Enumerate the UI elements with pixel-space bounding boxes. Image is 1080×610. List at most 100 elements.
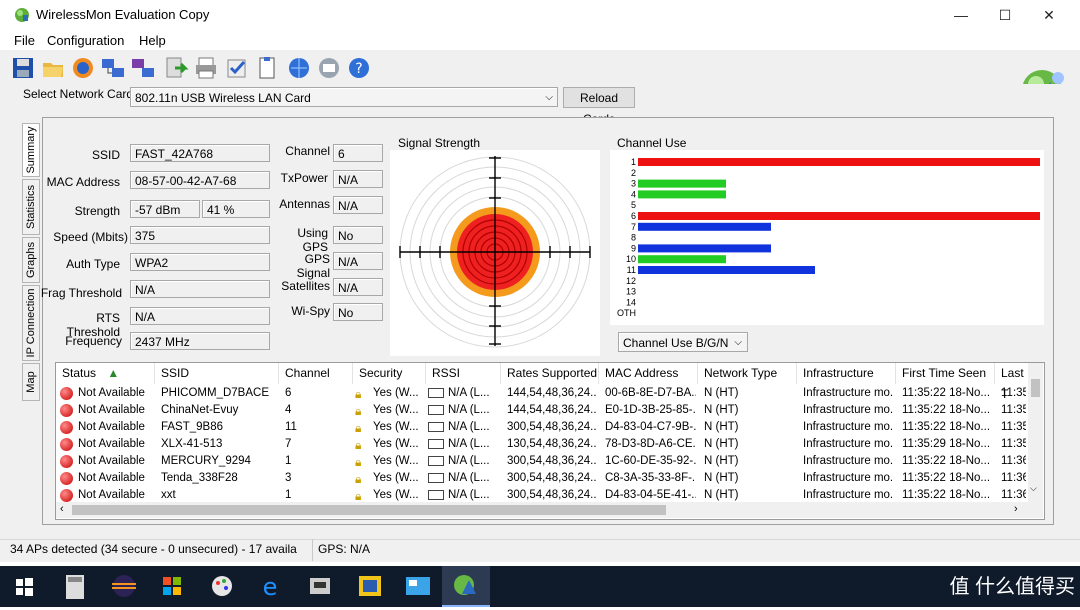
network-icon[interactable]: [100, 55, 126, 81]
table-row[interactable]: Not Available MERCURY_9294 1 🔒︎ Yes (W... N/A…: [56, 453, 1028, 470]
strength-label: Strength: [74, 204, 120, 218]
table-cell: N (HT): [704, 387, 739, 399]
save-icon[interactable]: [10, 55, 36, 81]
table-cell: 11:35: [1001, 404, 1026, 416]
table-cell: Not Available: [78, 421, 145, 433]
channel-bar-1: [638, 158, 1040, 166]
strength-dbm-field: -57 dBm: [130, 200, 200, 218]
menu-configuration[interactable]: Configuration: [47, 33, 124, 48]
reload-cards-button[interactable]: Reload Cards: [563, 87, 635, 126]
signal-meter-icon: [428, 405, 444, 415]
col-ssid[interactable]: SSID: [155, 363, 279, 384]
col-status[interactable]: Status ▲: [56, 363, 155, 384]
table-cell: 11:35:29 18-No...: [902, 438, 991, 450]
calculator-icon[interactable]: [52, 566, 100, 607]
status-divider: [312, 539, 313, 561]
mac-label: MAC Address: [46, 175, 120, 189]
print-icon[interactable]: [193, 55, 219, 81]
globe-icon[interactable]: [286, 55, 312, 81]
ap-table-rows: Not Available PHICOMM_D7BACE 6 🔒︎ Yes (W... N…: [56, 385, 1028, 503]
table-cell: 11:35: [1001, 438, 1026, 450]
lock-icon: 🔒︎: [355, 387, 362, 401]
vertical-scroll-thumb[interactable]: [1031, 379, 1040, 397]
svg-text:e: e: [263, 573, 278, 601]
col-first-seen[interactable]: First Time Seen: [896, 363, 995, 384]
menu-help[interactable]: Help: [139, 33, 166, 48]
table-cell: 78-D3-8D-A6-CE...: [605, 438, 696, 450]
table-cell: 4: [285, 404, 292, 416]
txpower-label: TxPower: [280, 171, 328, 185]
help-icon[interactable]: ?: [346, 55, 372, 81]
clipboard-icon[interactable]: [254, 55, 280, 81]
horizontal-scroll-thumb[interactable]: [72, 505, 666, 515]
remote-icon[interactable]: [394, 566, 442, 607]
open-folder-icon[interactable]: [40, 55, 66, 81]
table-cell: N (HT): [704, 438, 739, 450]
network-settings-icon[interactable]: [130, 55, 156, 81]
table-cell: 11:35:22 18-No...: [902, 404, 991, 416]
table-row[interactable]: Not Available ChinaNet-Evuy 4 🔒︎ Yes (W... N/…: [56, 402, 1028, 419]
record-icon[interactable]: [70, 55, 96, 81]
col-network-type[interactable]: Network Type: [698, 363, 797, 384]
horizontal-scrollbar[interactable]: ‹ ›: [56, 502, 1043, 518]
table-cell: N (HT): [704, 404, 739, 416]
minimize-button[interactable]: —: [938, 0, 984, 30]
channel-use-mode-select[interactable]: Channel Use B/G/N ⌵: [618, 332, 748, 352]
checkmark-icon[interactable]: [224, 55, 250, 81]
table-cell: N (HT): [704, 472, 739, 484]
signal-strength-radar: [390, 150, 600, 356]
table-cell: Not Available: [78, 387, 145, 399]
col-infrastructure[interactable]: Infrastructure: [797, 363, 896, 384]
export-icon[interactable]: [163, 55, 189, 81]
channel-tick-label: 10: [626, 254, 636, 264]
tab-summary[interactable]: Summary: [22, 123, 40, 177]
mail-icon[interactable]: [316, 55, 342, 81]
maximize-button[interactable]: ☐: [982, 0, 1028, 30]
edge-icon[interactable]: e: [246, 566, 294, 607]
start-icon[interactable]: [0, 566, 48, 607]
network-tool-icon[interactable]: [346, 566, 394, 607]
close-button[interactable]: ✕: [1026, 0, 1072, 30]
table-row[interactable]: Not Available Tenda_338F28 3 🔒︎ Yes (W... N/A…: [56, 470, 1028, 487]
channel-tick-label: 4: [631, 189, 636, 199]
table-row[interactable]: Not Available XLX-41-513 7 🔒︎ Yes (W... N/A (…: [56, 436, 1028, 453]
channel-bar-3: [638, 179, 726, 188]
paint-icon[interactable]: [198, 566, 246, 607]
tab-ip-connection[interactable]: IP Connection: [22, 285, 40, 361]
vertical-scrollbar[interactable]: ⌵: [1028, 363, 1043, 503]
gps-signal-field: N/A: [333, 252, 383, 270]
satellites-field: N/A: [333, 278, 383, 296]
col-security[interactable]: Security: [353, 363, 426, 384]
col-channel[interactable]: Channel: [279, 363, 353, 384]
network-card-select[interactable]: 802.11n USB Wireless LAN Card ⌵: [130, 87, 558, 107]
satellites-label: Satellites: [281, 279, 330, 293]
menu-file[interactable]: File: [14, 33, 35, 48]
table-row[interactable]: Not Available FAST_9B86 11 🔒︎ Yes (W... N/A (…: [56, 419, 1028, 436]
channel-bar-11: [638, 266, 815, 274]
eclipse-icon[interactable]: [100, 566, 148, 607]
col-mac[interactable]: MAC Address: [599, 363, 698, 384]
table-row[interactable]: Not Available PHICOMM_D7BACE 6 🔒︎ Yes (W... N…: [56, 385, 1028, 402]
table-cell: Yes (W...: [373, 387, 419, 399]
col-rates[interactable]: Rates Supported: [501, 363, 599, 384]
tab-map[interactable]: Map: [22, 363, 40, 401]
tab-statistics[interactable]: Statistics: [22, 179, 40, 235]
status-gps: GPS: N/A: [318, 542, 371, 556]
store-icon[interactable]: [148, 566, 196, 607]
scroll-down-icon[interactable]: ⌵: [1030, 483, 1037, 494]
scroll-left-icon[interactable]: ‹: [60, 503, 64, 515]
table-cell: Not Available: [78, 455, 145, 467]
table-cell: N/A (L...: [448, 472, 490, 484]
table-cell: Infrastructure mo...: [803, 404, 894, 416]
driver-icon[interactable]: [296, 566, 344, 607]
table-cell: Infrastructure mo...: [803, 421, 894, 433]
col-rssi[interactable]: RSSI: [426, 363, 501, 384]
lock-icon: 🔒︎: [355, 438, 362, 452]
scroll-right-icon[interactable]: ›: [1014, 503, 1018, 515]
channel-tick-label: 8: [631, 233, 636, 243]
tab-graphs[interactable]: Graphs: [22, 237, 40, 283]
wirelessmon-icon[interactable]: [442, 566, 490, 607]
table-cell: N (HT): [704, 455, 739, 467]
status-red-icon: [60, 421, 73, 434]
table-cell: Infrastructure mo...: [803, 472, 894, 484]
